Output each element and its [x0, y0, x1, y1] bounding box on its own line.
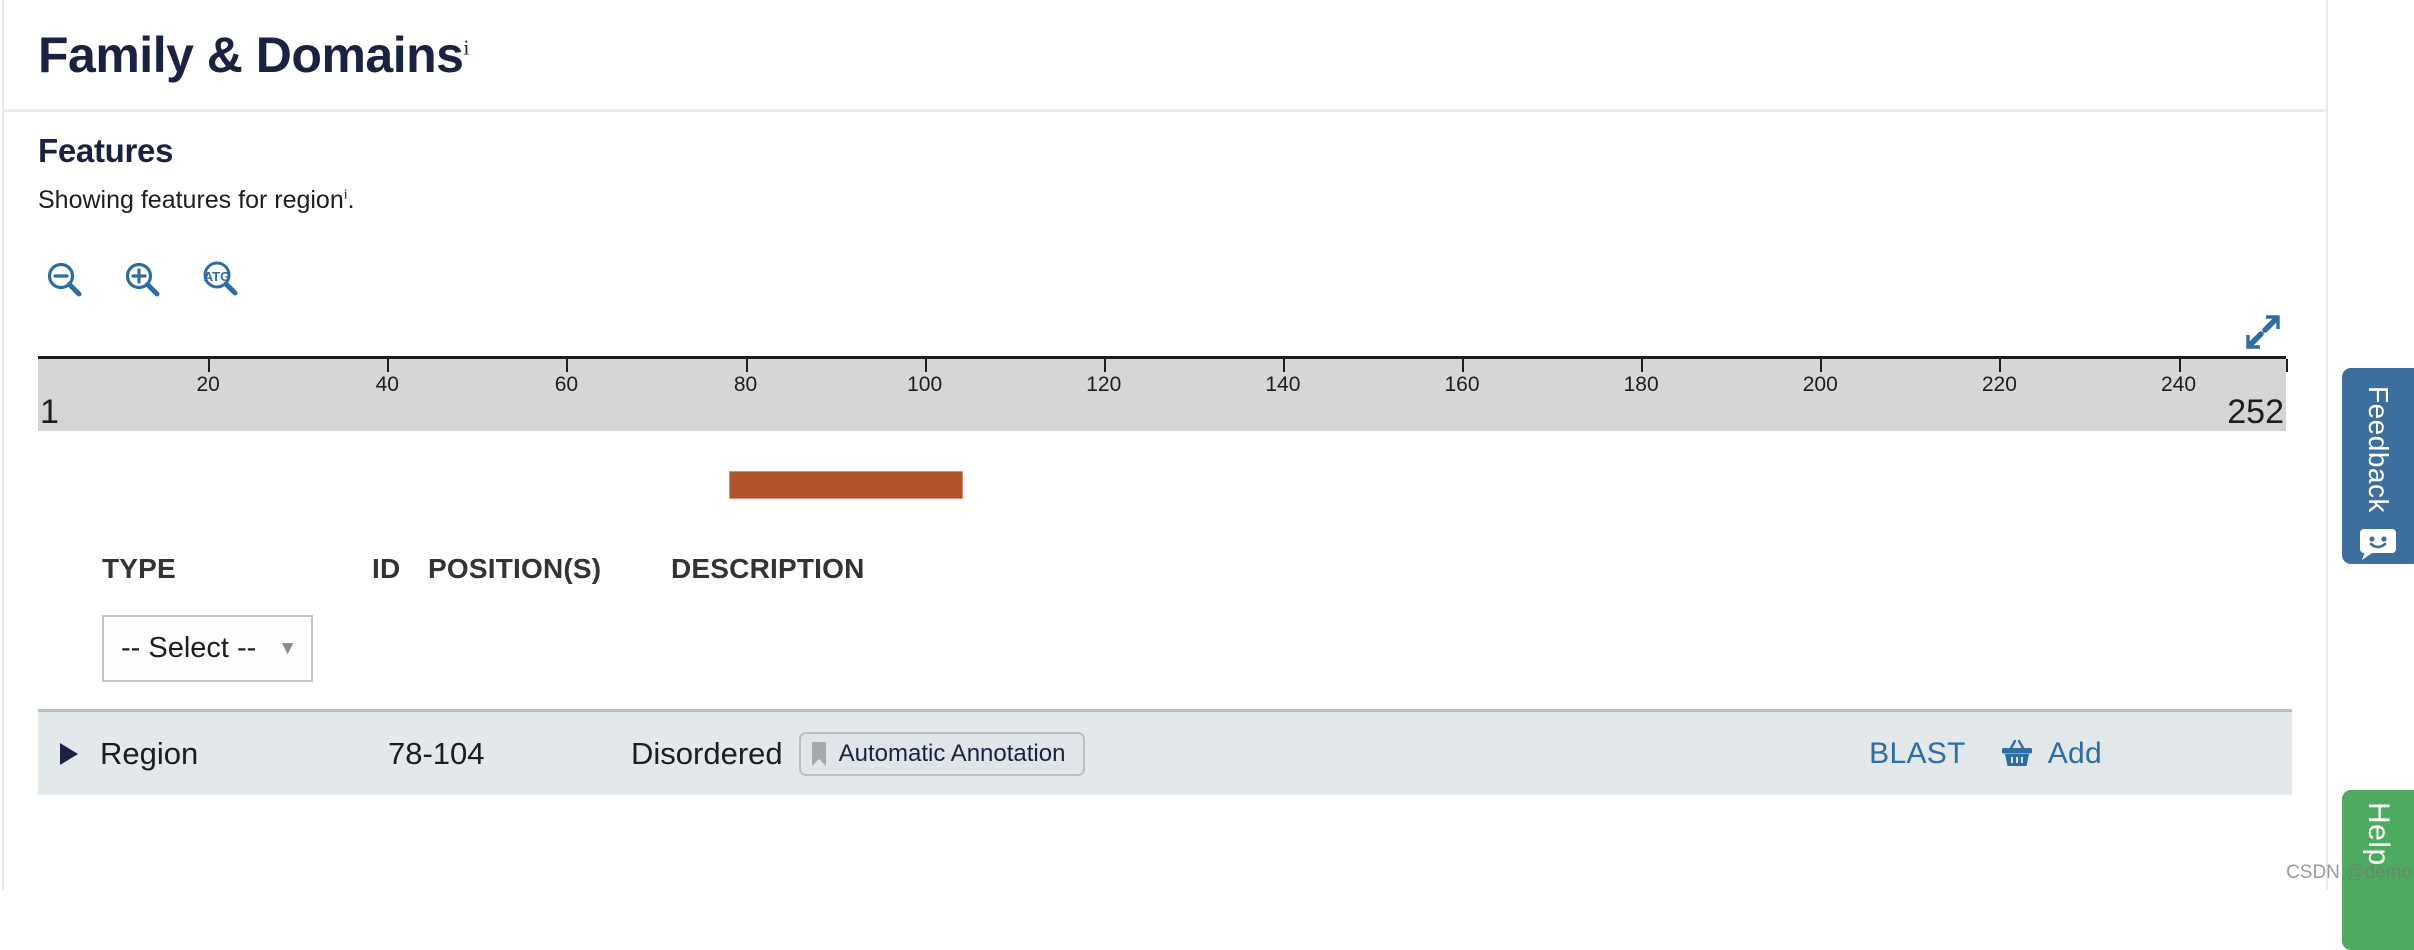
- ruler-tick: [1462, 359, 1465, 372]
- bookmark-icon: [811, 741, 826, 766]
- ruler-tick-label: 200: [1802, 373, 1838, 396]
- features-section: Features Showing features for regioni. A…: [4, 112, 2326, 795]
- ruler-tick: [1820, 359, 1823, 372]
- type-filter-select[interactable]: -- Select -- ▼: [102, 615, 313, 682]
- type-filter-value: -- Select --: [121, 632, 257, 664]
- cell-description-label: Disordered: [631, 735, 783, 771]
- chevron-down-icon: ▼: [278, 637, 297, 659]
- ruler-tick-label: 240: [2160, 373, 2197, 396]
- page-title: Family & Domainsi: [38, 30, 469, 80]
- features-table-body: Region 78-104 Disordered Automatic Annotati…: [38, 709, 2292, 795]
- zoom-out-icon: [44, 260, 86, 302]
- ruler-tick: [1999, 359, 2002, 372]
- help-tab-label: Help: [2362, 802, 2395, 866]
- sequence-view-button[interactable]: ATG: [198, 258, 244, 304]
- ruler-track[interactable]: 20 40 60 80 100 120 140 160 180 200 220 240: [38, 356, 2288, 401]
- table-row[interactable]: Region 78-104 Disordered Automatic Annotati…: [38, 709, 2292, 795]
- features-panel: Family & Domainsi Features Showing featu…: [2, 0, 2328, 890]
- ruler-tick-label: 20: [196, 373, 220, 396]
- ruler-tick-label: 160: [1444, 373, 1480, 396]
- ruler-tick-label: 180: [1623, 373, 1659, 396]
- ruler-tick: [2286, 359, 2288, 372]
- features-table: TYPE ID POSITION(S) DESCRIPTION -- Selec…: [38, 553, 2292, 795]
- status-badge[interactable]: Automatic Annotation: [798, 731, 1086, 776]
- basket-icon: [2001, 739, 2032, 766]
- atg-sequence-icon: ATG: [198, 259, 244, 303]
- feature-track: [38, 449, 2292, 525]
- ruler-start-label: 1: [40, 393, 59, 431]
- features-subtitle-text: Showing features for region: [38, 186, 344, 214]
- page-header: Family & Domainsi: [4, 0, 2326, 112]
- ruler-end-label: 252: [2227, 393, 2284, 431]
- caret-right-icon[interactable]: [60, 742, 78, 765]
- cell-description: Disordered Automatic Annotation: [631, 731, 1869, 776]
- type-filter-row: -- Select -- ▼: [38, 605, 2292, 697]
- ruler-tick: [1641, 359, 1644, 372]
- ruler-tick: [1103, 359, 1106, 372]
- ruler-tick-label: 100: [907, 373, 943, 396]
- features-subtitle: Showing features for regioni.: [38, 186, 2292, 215]
- ruler-tick: [387, 359, 390, 372]
- ruler-tick: [208, 359, 211, 372]
- status-badge-label: Automatic Annotation: [838, 739, 1066, 767]
- column-header-positions: POSITION(S): [428, 553, 602, 584]
- cell-positions: 78-104: [388, 735, 485, 771]
- smiley-speech-bubble-icon: [2358, 527, 2398, 566]
- help-tab[interactable]: Help: [2342, 790, 2414, 950]
- feedback-tab-label: Feedback: [2363, 386, 2394, 513]
- ruler-tick: [566, 359, 569, 372]
- zoom-in-icon: [122, 260, 164, 302]
- title-info-icon[interactable]: i: [463, 35, 469, 59]
- features-subtitle-suffix: .: [347, 186, 355, 214]
- column-header-type: TYPE: [102, 553, 176, 584]
- ruler-tick: [1282, 359, 1285, 372]
- blast-button[interactable]: BLAST: [1869, 737, 1966, 771]
- ruler-tick: [2178, 359, 2181, 372]
- ruler-tick-label: 220: [1981, 373, 2017, 396]
- expand-fullscreen-icon: [2244, 315, 2282, 355]
- features-heading: Features: [38, 132, 174, 169]
- expand-fullscreen-button[interactable]: [2244, 313, 2282, 351]
- add-button-label: Add: [2047, 736, 2102, 770]
- feedback-tab[interactable]: Feedback: [2342, 368, 2414, 564]
- cell-type-label: Region: [100, 735, 199, 771]
- column-header-id: ID: [372, 553, 401, 584]
- ruler-tick: [924, 359, 927, 372]
- cell-actions: BLAST Add: [1869, 737, 2292, 771]
- svg-text:ATG: ATG: [204, 269, 230, 284]
- zoom-out-button[interactable]: [42, 258, 88, 304]
- add-to-basket-button[interactable]: Add: [2000, 737, 2102, 771]
- zoom-in-button[interactable]: [120, 258, 166, 304]
- ruler-tick-label: 80: [733, 373, 758, 396]
- ruler-tick-label: 120: [1086, 373, 1122, 396]
- sequence-ruler: 20 40 60 80 100 120 140 160 180 200 220 240 1 252: [38, 313, 2292, 445]
- table-header-row: TYPE ID POSITION(S) DESCRIPTION: [38, 553, 2292, 605]
- ruler-tick-label: 60: [554, 373, 579, 396]
- viewer-toolbar: ATG: [38, 255, 2292, 307]
- ruler-tick: [745, 359, 748, 372]
- cell-type: Region: [60, 735, 332, 772]
- column-header-description: DESCRIPTION: [671, 553, 865, 584]
- ruler-track-lower: [38, 401, 2286, 431]
- page-title-text: Family & Domains: [38, 26, 464, 83]
- feature-bar-region[interactable]: [729, 471, 963, 499]
- ruler-tick-label: 140: [1265, 373, 1301, 396]
- ruler-tick-label: 40: [375, 373, 399, 396]
